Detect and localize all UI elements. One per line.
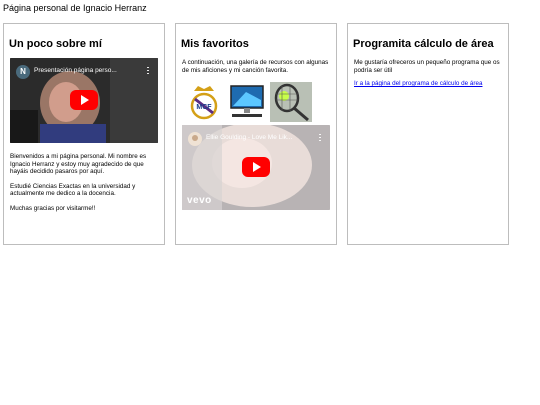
play-button-icon[interactable] xyxy=(70,90,98,110)
calculator-heading: Programita cálculo de área xyxy=(353,38,494,50)
about-video-player[interactable]: N Presentación página perso... xyxy=(10,58,158,143)
svg-text:MCF: MCF xyxy=(196,104,212,111)
about-card: Un poco sobre mí N Presentación página p… xyxy=(3,23,165,245)
channel-avatar[interactable]: N xyxy=(16,65,30,79)
calculator-intro: Me gustaría ofreceros un pequeño program… xyxy=(354,59,500,74)
video-title[interactable]: Ellie Goulding - Love Me Lik... xyxy=(206,134,306,141)
about-paragraph-3: Muchas gracias por visitarme!! xyxy=(10,204,96,212)
more-options-icon[interactable] xyxy=(317,132,323,144)
about-paragraph-1: Bienvenidos a mi página personal. Mi nom… xyxy=(10,153,147,175)
vevo-watermark: vevo xyxy=(187,195,212,206)
about-paragraph-2: Estudié Ciencias Exactas en la universid… xyxy=(10,182,136,198)
favorite-song-video-player[interactable]: Ellie Goulding - Love Me Lik... vevo xyxy=(182,125,330,210)
channel-avatar[interactable] xyxy=(188,132,202,146)
more-options-icon[interactable] xyxy=(145,65,151,77)
computer-icon[interactable] xyxy=(226,82,268,122)
favorites-card: Mis favoritos A continuación, una galerí… xyxy=(175,23,337,245)
favorites-heading: Mis favoritos xyxy=(181,38,249,50)
area-calculator-link[interactable]: Ir a la página del programa de cálculo d… xyxy=(354,80,504,87)
page-title: Página personal de Ignacio Herranz xyxy=(3,3,147,13)
calculator-card: Programita cálculo de área Me gustaría o… xyxy=(347,23,509,245)
play-button-icon[interactable] xyxy=(242,157,270,177)
favorites-intro: A continuación, una galería de recursos … xyxy=(182,59,329,74)
video-title[interactable]: Presentación página perso... xyxy=(34,67,134,74)
tennis-racket-icon[interactable] xyxy=(270,82,312,122)
real-madrid-crest-icon[interactable]: MCF xyxy=(186,82,222,122)
about-heading: Un poco sobre mí xyxy=(9,38,102,50)
